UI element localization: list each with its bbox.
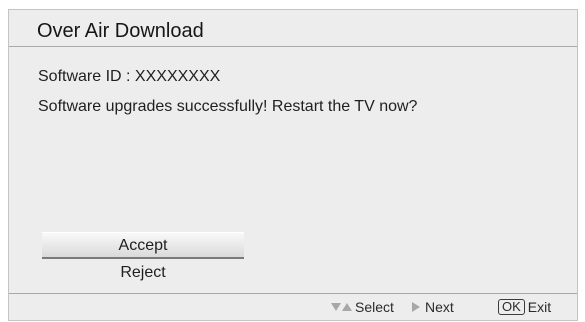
footer-hint-bar: Select Next OK Exit [9,293,577,321]
accept-button[interactable]: Accept [42,232,244,259]
software-id-text: Software ID : XXXXXXXX [38,68,221,85]
next-hint-label: Next [425,299,454,315]
ok-key-icon: OK [498,299,525,316]
exit-hint[interactable]: OK Exit [498,299,551,316]
next-hint[interactable]: Next [412,299,454,316]
reject-button[interactable]: Reject [42,260,244,287]
select-hint-label: Select [355,299,394,315]
dialog-title: Over Air Download [37,20,204,42]
over-air-download-dialog: Over Air Download Software ID : XXXXXXXX… [8,9,578,321]
upgrade-message: Software upgrades successfully! Restart … [38,98,418,115]
dialog-title-bar: Over Air Download [9,10,577,47]
right-triangle-icon [412,302,420,313]
exit-hint-label: Exit [527,299,552,315]
up-triangle-icon [342,303,352,312]
down-triangle-icon [331,303,341,312]
select-hint[interactable]: Select [331,299,394,316]
